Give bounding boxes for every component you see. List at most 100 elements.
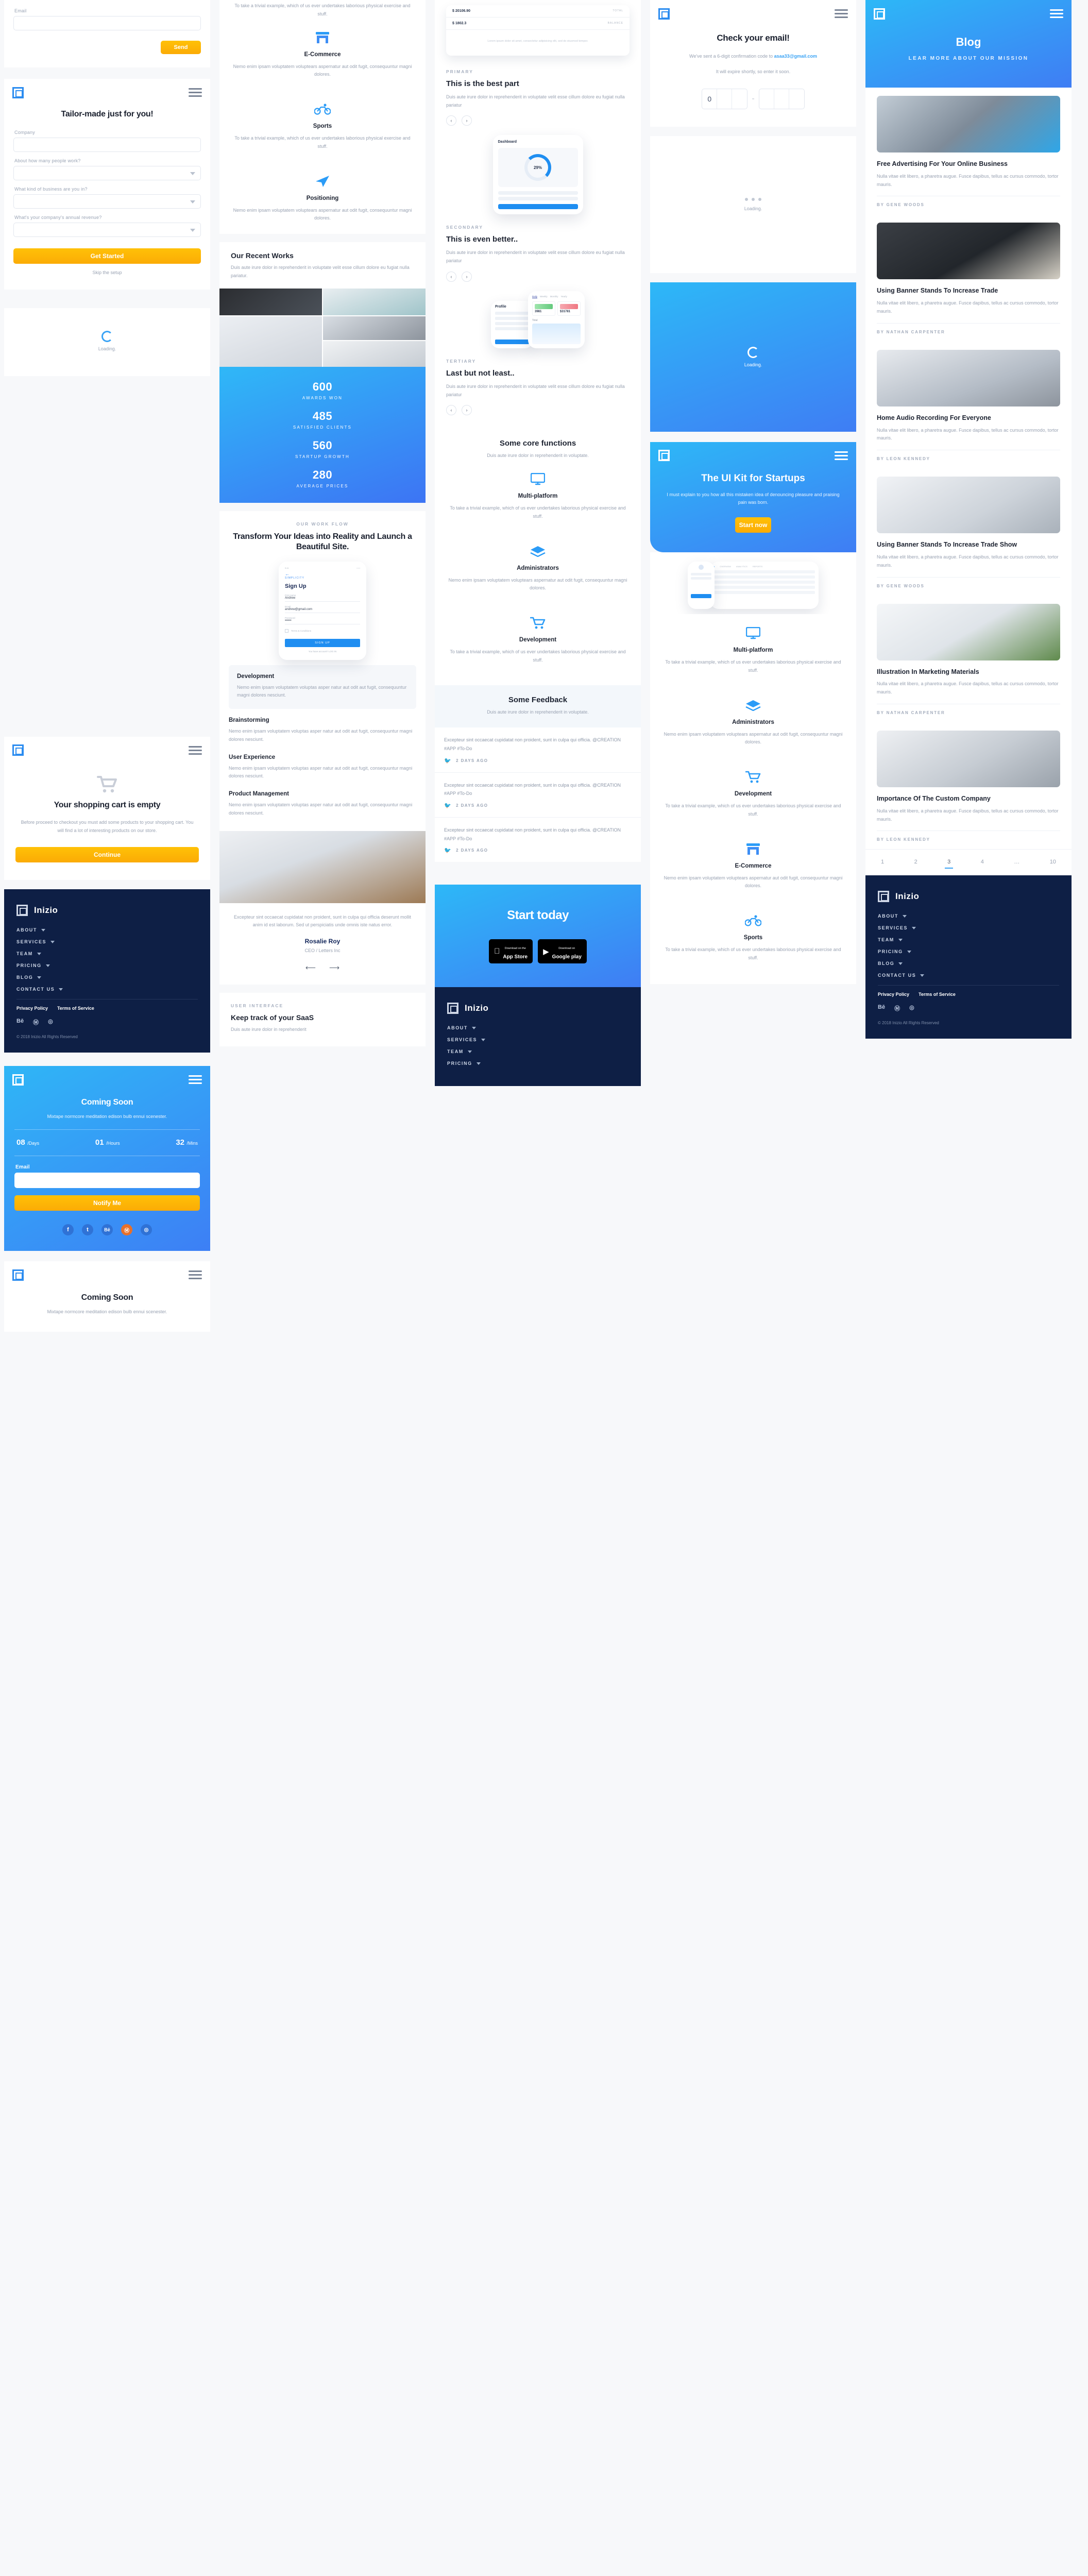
page-3[interactable]: 3 [945, 859, 954, 869]
behance-icon[interactable]: Bē [16, 1018, 24, 1026]
gallery-item[interactable] [323, 341, 426, 367]
blog-post[interactable]: Illustration In Marketing Materials Null… [865, 596, 1072, 722]
post-image[interactable] [877, 603, 1060, 660]
footer-link-team[interactable]: TEAM [447, 1049, 628, 1054]
start-now-button[interactable]: Start now [735, 517, 771, 533]
next-slide-button[interactable]: › [462, 271, 472, 282]
prev-slide-button[interactable]: ‹ [446, 271, 456, 282]
privacy-policy-link[interactable]: Privacy Policy [878, 992, 909, 997]
footer-link-team[interactable]: TEAM [16, 951, 198, 956]
blog-post[interactable]: Importance Of The Custom Company Nulla v… [865, 722, 1072, 849]
post-title[interactable]: Using Banner Stands To Increase Trade [877, 286, 1060, 295]
mock-signup-button[interactable]: SIGN UP [285, 638, 360, 647]
footer-link-about[interactable]: ABOUT [447, 1025, 628, 1030]
inizio-logo-icon[interactable] [658, 8, 670, 20]
post-image[interactable] [877, 349, 1060, 406]
confirmation-code-input[interactable]: 0 - [661, 88, 845, 109]
profile-tab[interactable]: Yearly [560, 295, 567, 298]
code-digit[interactable] [759, 89, 774, 109]
post-image[interactable] [877, 223, 1060, 280]
email-input[interactable] [13, 16, 201, 30]
inizio-logo-icon[interactable] [12, 744, 24, 756]
code-digit[interactable] [717, 89, 733, 109]
inizio-logo-icon[interactable] [12, 1074, 24, 1086]
footer-link-contact[interactable]: CONTACT US [878, 973, 1059, 978]
inizio-logo-icon[interactable] [874, 8, 885, 20]
inizio-logo-icon[interactable] [12, 1269, 24, 1281]
company-input[interactable] [13, 138, 201, 152]
prev-arrow-icon[interactable]: ⟵ [305, 963, 316, 972]
next-slide-button[interactable]: › [462, 115, 472, 126]
post-title[interactable]: Free Advertising For Your Online Busines… [877, 160, 1060, 168]
page-10[interactable]: 10 [1050, 859, 1056, 865]
blog-post[interactable]: Using Banner Stands To Increase Trade Nu… [865, 214, 1072, 341]
email-input[interactable] [14, 1173, 200, 1188]
page-2[interactable]: 2 [914, 859, 917, 865]
menu-icon[interactable] [1050, 7, 1063, 20]
page-4[interactable]: 4 [981, 859, 984, 865]
terms-link[interactable]: Terms of Service [57, 1006, 94, 1011]
behance-icon[interactable]: Bē [101, 1224, 113, 1235]
footer-link-about[interactable]: ABOUT [878, 913, 1059, 919]
blog-post[interactable]: Home Audio Recording For Everyone Nulla … [865, 342, 1072, 468]
footer-link-pricing[interactable]: PRICING [447, 1061, 628, 1066]
privacy-policy-link[interactable]: Privacy Policy [16, 1006, 48, 1011]
terms-checkbox[interactable] [285, 629, 288, 633]
gallery-item[interactable] [323, 316, 426, 340]
gallery-item[interactable] [219, 288, 322, 315]
footer-link-about[interactable]: ABOUT [16, 927, 198, 933]
menu-icon[interactable] [189, 86, 202, 99]
inizio-logo-icon[interactable] [12, 87, 24, 98]
medium-icon[interactable]: Ⓜ [33, 1018, 39, 1026]
page-1[interactable]: 1 [881, 859, 884, 865]
footer-link-services[interactable]: SERVICES [878, 925, 1059, 930]
dribbble-icon[interactable]: ◎ [909, 1004, 914, 1012]
facebook-icon[interactable]: f [62, 1224, 74, 1235]
send-button[interactable]: Send [161, 41, 201, 54]
menu-icon[interactable] [835, 449, 848, 462]
footer-link-contact[interactable]: CONTACT US [16, 987, 198, 992]
headcount-select[interactable] [13, 166, 201, 180]
post-image[interactable] [877, 477, 1060, 534]
post-title[interactable]: Using Banner Stands To Increase Trade Sh… [877, 540, 1060, 549]
next-slide-button[interactable]: › [462, 405, 472, 416]
medium-icon[interactable]: Ⓜ [121, 1224, 132, 1235]
blog-post[interactable]: Free Advertising For Your Online Busines… [865, 88, 1072, 214]
footer-link-pricing[interactable]: PRICING [878, 949, 1059, 954]
post-title[interactable]: Home Audio Recording For Everyone [877, 414, 1060, 422]
app-store-button[interactable]:  Download on the App Store [489, 939, 533, 964]
skip-setup-link[interactable]: Skip the setup [13, 269, 201, 277]
behance-icon[interactable]: Bē [878, 1004, 885, 1012]
code-digit[interactable]: 0 [702, 89, 718, 109]
menu-icon[interactable] [189, 1268, 202, 1281]
google-play-button[interactable]: ▶ Download on Google play [538, 939, 587, 964]
gallery-item[interactable] [323, 288, 426, 315]
gallery-item[interactable] [219, 316, 322, 367]
inizio-logo-icon[interactable] [658, 450, 670, 462]
notify-me-button[interactable]: Notify Me [14, 1195, 200, 1211]
footer-link-services[interactable]: SERVICES [16, 939, 198, 944]
code-digit[interactable] [774, 89, 789, 109]
twitter-icon[interactable]: t [82, 1224, 93, 1235]
get-started-button[interactable]: Get Started [13, 248, 201, 264]
footer-link-blog[interactable]: BLOG [878, 961, 1059, 966]
next-arrow-icon[interactable]: ⟶ [329, 963, 339, 972]
menu-icon[interactable] [189, 1073, 202, 1086]
blog-post[interactable]: Using Banner Stands To Increase Trade Sh… [865, 468, 1072, 595]
post-title[interactable]: Importance Of The Custom Company [877, 794, 1060, 803]
post-title[interactable]: Illustration In Marketing Materials [877, 668, 1060, 676]
code-digit[interactable] [789, 89, 804, 109]
menu-icon[interactable] [835, 7, 848, 20]
footer-link-services[interactable]: SERVICES [447, 1037, 628, 1042]
post-image[interactable] [877, 96, 1060, 152]
prev-slide-button[interactable]: ‹ [446, 405, 456, 416]
continue-button[interactable]: Continue [15, 847, 199, 863]
code-digit[interactable] [732, 89, 747, 109]
code-group-left[interactable]: 0 [702, 88, 748, 109]
profile-tab[interactable]: Monthly [550, 295, 558, 298]
profile-tab[interactable]: Weekly [540, 295, 548, 298]
business-type-select[interactable] [13, 194, 201, 209]
code-group-right[interactable] [758, 88, 805, 109]
prev-slide-button[interactable]: ‹ [446, 115, 456, 126]
footer-link-team[interactable]: TEAM [878, 937, 1059, 942]
